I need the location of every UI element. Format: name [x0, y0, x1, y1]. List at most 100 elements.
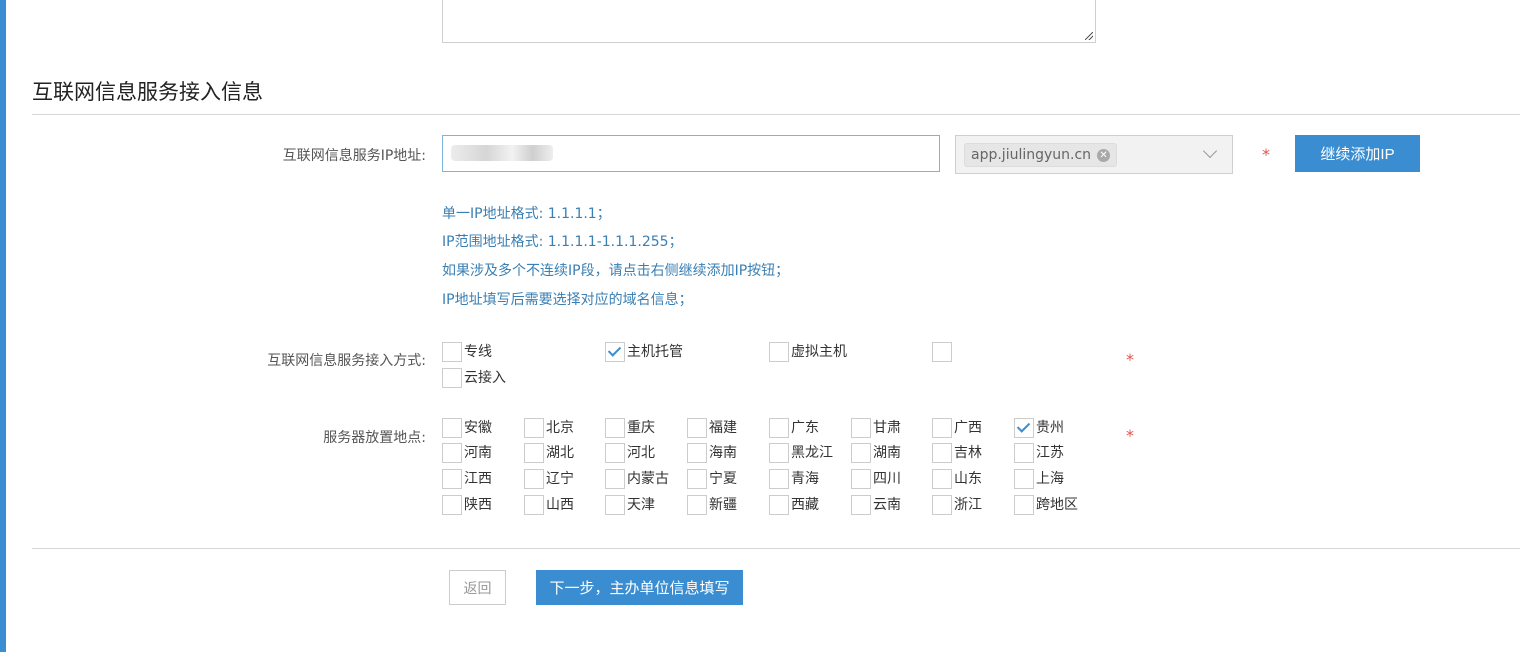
location-option[interactable]: 河北 [605, 443, 655, 465]
checkbox[interactable] [1014, 443, 1034, 463]
location-option[interactable]: 广东 [769, 418, 819, 440]
checkbox[interactable] [687, 443, 707, 463]
checkbox[interactable] [442, 342, 462, 362]
checkbox[interactable] [769, 418, 789, 438]
location-option[interactable]: 黑龙江 [769, 443, 833, 465]
checkbox[interactable] [524, 469, 544, 489]
location-option[interactable]: 贵州 [1014, 418, 1064, 440]
back-button[interactable]: 返回 [449, 570, 506, 605]
add-ip-button[interactable]: 继续添加IP [1295, 135, 1420, 172]
location-option-label: 北京 [546, 420, 574, 436]
location-option[interactable]: 湖北 [524, 443, 574, 465]
location-option[interactable]: 浙江 [932, 495, 982, 517]
location-option[interactable]: 江苏 [1014, 443, 1064, 465]
location-option[interactable]: 安徽 [442, 418, 492, 440]
checkbox[interactable] [524, 418, 544, 438]
checkbox[interactable] [932, 443, 952, 463]
checkbox[interactable] [687, 469, 707, 489]
checkbox[interactable] [769, 342, 789, 362]
domain-tag: app.jiulingyun.cn ✕ [964, 143, 1118, 167]
checkbox-checked[interactable] [1014, 418, 1034, 438]
location-option[interactable]: 河南 [442, 443, 492, 465]
ip-address-label: 互联网信息服务IP地址: [282, 148, 426, 164]
location-option-label: 西藏 [791, 497, 819, 513]
checkbox[interactable] [932, 342, 952, 362]
checkbox[interactable] [769, 443, 789, 463]
checkbox[interactable] [605, 469, 625, 489]
checkbox[interactable] [442, 443, 462, 463]
checkbox[interactable] [524, 495, 544, 515]
checkbox[interactable] [769, 495, 789, 515]
location-option[interactable]: 跨地区 [1014, 495, 1078, 517]
location-option-label: 福建 [709, 420, 737, 436]
location-option-label: 黑龙江 [791, 445, 833, 461]
location-option[interactable]: 重庆 [605, 418, 655, 440]
location-option[interactable]: 山东 [932, 469, 982, 491]
location-option[interactable]: 辽宁 [524, 469, 574, 491]
location-option[interactable]: 新疆 [687, 495, 737, 517]
location-option[interactable]: 广西 [932, 418, 982, 440]
checkbox[interactable] [442, 495, 462, 515]
location-option[interactable]: 海南 [687, 443, 737, 465]
location-option[interactable]: 甘肃 [851, 418, 901, 440]
location-option-label: 宁夏 [709, 471, 737, 487]
location-option[interactable]: 江西 [442, 469, 492, 491]
required-mark: * [1126, 426, 1134, 445]
required-mark: * [1126, 350, 1134, 369]
location-option-label: 天津 [627, 497, 655, 513]
ip-address-input[interactable] [442, 135, 940, 172]
checkbox[interactable] [605, 495, 625, 515]
location-option[interactable]: 上海 [1014, 469, 1064, 491]
checkbox[interactable] [524, 443, 544, 463]
location-option[interactable]: 吉林 [932, 443, 982, 465]
checkbox[interactable] [851, 495, 871, 515]
checkbox[interactable] [442, 469, 462, 489]
checkbox[interactable] [769, 469, 789, 489]
location-option-label: 广东 [791, 420, 819, 436]
location-option[interactable]: 内蒙古 [605, 469, 669, 491]
next-step-button[interactable]: 下一步，主办单位信息填写 [536, 570, 743, 605]
access-option-virtual-host[interactable]: 虚拟主机 [769, 342, 847, 364]
access-option-unlabeled[interactable] [932, 342, 954, 364]
location-option-label: 河北 [627, 445, 655, 461]
checkbox-checked[interactable] [605, 342, 625, 362]
checkbox[interactable] [932, 469, 952, 489]
checkbox[interactable] [851, 443, 871, 463]
location-option-label: 重庆 [627, 420, 655, 436]
chevron-down-icon[interactable] [1202, 143, 1218, 159]
location-option[interactable]: 宁夏 [687, 469, 737, 491]
access-option-colocation[interactable]: 主机托管 [605, 342, 683, 364]
checkbox[interactable] [851, 469, 871, 489]
checkbox[interactable] [442, 368, 462, 388]
location-option[interactable]: 云南 [851, 495, 901, 517]
location-option[interactable]: 山西 [524, 495, 574, 517]
ip-hint: IP地址填写后需要选择对应的域名信息； [442, 292, 693, 308]
remove-tag-icon[interactable]: ✕ [1097, 148, 1111, 162]
checkbox[interactable] [687, 418, 707, 438]
location-option[interactable]: 北京 [524, 418, 574, 440]
checkbox[interactable] [687, 495, 707, 515]
section-divider [32, 114, 1520, 115]
resize-handle-icon[interactable] [1085, 32, 1093, 40]
access-option-cloud[interactable]: 云接入 [442, 368, 506, 390]
location-option[interactable]: 青海 [769, 469, 819, 491]
checkbox[interactable] [605, 418, 625, 438]
location-option-label: 跨地区 [1036, 497, 1078, 513]
checkbox[interactable] [605, 443, 625, 463]
checkbox[interactable] [1014, 469, 1034, 489]
description-textarea[interactable] [442, 0, 1096, 43]
checkbox[interactable] [932, 495, 952, 515]
checkbox[interactable] [932, 418, 952, 438]
domain-select[interactable]: app.jiulingyun.cn ✕ [955, 135, 1233, 174]
location-option[interactable]: 湖南 [851, 443, 901, 465]
location-option[interactable]: 四川 [851, 469, 901, 491]
checkbox[interactable] [851, 418, 871, 438]
access-option-dedicated-line[interactable]: 专线 [442, 342, 492, 364]
location-option[interactable]: 陕西 [442, 495, 492, 517]
checkbox[interactable] [442, 418, 462, 438]
checkbox[interactable] [1014, 495, 1034, 515]
ip-value-redacted [451, 145, 553, 161]
location-option[interactable]: 福建 [687, 418, 737, 440]
location-option[interactable]: 西藏 [769, 495, 819, 517]
location-option[interactable]: 天津 [605, 495, 655, 517]
